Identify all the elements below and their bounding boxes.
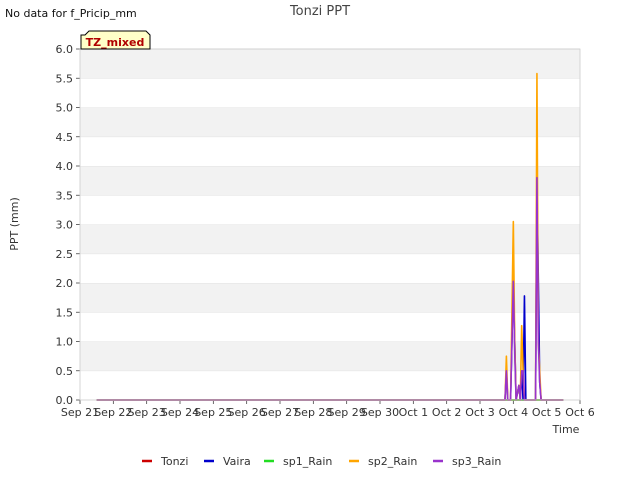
y-tick-label: 5.0 [56,102,74,115]
legend: Tonzi Vaira sp1_Rain sp2_Rain sp3_Rain [142,455,501,468]
chart-title: Tonzi PPT [289,4,350,19]
y-axis-ticks: 0.00.51.01.52.02.53.03.54.04.55.05.56.0 [56,43,80,407]
y-tick-label: 1.5 [56,306,74,319]
x-tick-label: Oct 3 [465,406,495,419]
grid-band [80,195,580,225]
grid-band [80,49,580,79]
grid-band [80,166,580,196]
grid-band [80,341,580,371]
legend-label-sp2-rain: sp2_Rain [368,455,417,468]
y-tick-label: 2.5 [56,248,74,261]
y-tick-label: 0.5 [56,365,74,378]
site-badge: TZ_mixed [80,30,151,50]
y-tick-label: 3.5 [56,189,74,202]
legend-label-vaira: Vaira [223,455,251,468]
grid-band [80,107,580,137]
x-tick-label: Oct 5 [532,406,562,419]
legend-label-sp1-rain: sp1_Rain [283,455,332,468]
x-axis-ticks: Sep 21Sep 22Sep 23Sep 24Sep 25Sep 26Sep … [61,400,595,419]
x-tick-label: Oct 4 [499,406,529,419]
x-tick-label: Oct 1 [399,406,429,419]
site-badge-label: TZ_mixed [86,36,145,49]
x-axis-label: Time [552,423,580,436]
y-tick-label: 6.0 [56,43,74,56]
grid-band [80,78,580,108]
x-tick-label: Sep 30 [361,406,399,419]
grid-band [80,283,580,313]
y-tick-label: 1.0 [56,336,74,349]
background-bands [80,48,580,400]
ppt-chart: 0.00.51.01.52.02.53.03.54.04.55.05.56.0 … [8,4,595,468]
y-tick-label: 4.5 [56,131,74,144]
grid-band [80,224,580,254]
x-tick-label: Oct 6 [565,406,595,419]
y-tick-label: 5.5 [56,72,74,85]
legend-label-sp3-rain: sp3_Rain [452,455,501,468]
y-tick-label: 3.0 [56,219,74,232]
grid-band [80,253,580,283]
grid-band [80,312,580,342]
x-tick-label: Oct 2 [432,406,462,419]
legend-label-tonzi: Tonzi [160,455,188,468]
y-tick-label: 2.0 [56,277,74,290]
y-axis-label: PPT (mm) [8,197,21,251]
grid-band [80,136,580,166]
y-tick-label: 4.0 [56,160,74,173]
